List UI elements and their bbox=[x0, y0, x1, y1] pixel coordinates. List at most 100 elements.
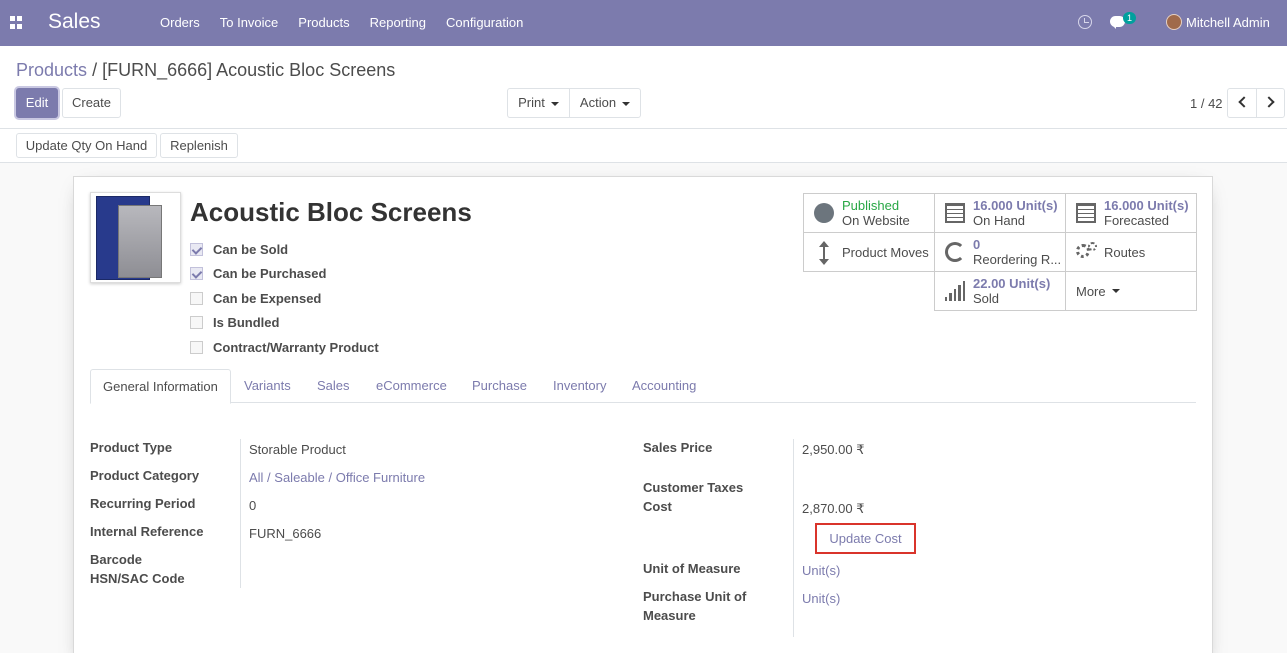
create-button[interactable]: Create bbox=[62, 88, 121, 118]
cost-label: Cost bbox=[643, 499, 672, 514]
cost-value: 2,870.00 ₹ bbox=[802, 501, 865, 516]
can-be-expensed-checkbox[interactable] bbox=[190, 291, 203, 305]
product-moves-smart-button[interactable]: Product Moves bbox=[803, 232, 935, 272]
signal-icon bbox=[945, 281, 966, 301]
product-image-panel-front bbox=[118, 205, 162, 278]
pager-value[interactable]: 1 / 42 bbox=[1190, 96, 1223, 111]
is-bundled-row: Is Bundled bbox=[190, 311, 379, 336]
published-label: On Website bbox=[842, 213, 910, 228]
tab-purchase[interactable]: Purchase bbox=[460, 369, 539, 403]
pager-next-button[interactable] bbox=[1256, 88, 1285, 118]
unit-of-measure-link[interactable]: Unit(s) bbox=[802, 561, 840, 580]
caret-down-icon bbox=[622, 101, 631, 106]
contract-warranty-checkbox[interactable] bbox=[190, 340, 203, 354]
right-group-separator bbox=[793, 439, 794, 637]
edit-button[interactable]: Edit bbox=[16, 88, 58, 118]
can-be-sold-checkbox[interactable] bbox=[190, 242, 203, 256]
control-panel: Products / [FURN_6666] Acoustic Bloc Scr… bbox=[0, 46, 1287, 129]
sold-label: Sold bbox=[973, 291, 1000, 306]
update-qty-on-hand-button[interactable]: Update Qty On Hand bbox=[16, 133, 157, 158]
purchase-uom-label-line1: Purchase Unit of bbox=[643, 589, 747, 604]
is-bundled-checkbox[interactable] bbox=[190, 316, 203, 330]
caret-down-icon bbox=[550, 101, 559, 106]
breadcrumb-current: [FURN_6666] Acoustic Bloc Screens bbox=[102, 60, 396, 80]
product-name: Acoustic Bloc Screens bbox=[190, 197, 472, 227]
top-navbar: Sales Orders To Invoice Products Reporti… bbox=[0, 0, 1287, 46]
menu-products[interactable]: Products bbox=[298, 15, 349, 30]
on-hand-label: On Hand bbox=[973, 213, 1026, 228]
sold-value: 22.00 Unit(s) bbox=[973, 276, 1051, 291]
tab-ecommerce[interactable]: eCommerce bbox=[364, 369, 459, 403]
product-options: Can be Sold Can be Purchased Can be Expe… bbox=[190, 237, 379, 360]
can-be-expensed-label: Can be Expensed bbox=[213, 290, 322, 306]
product-category-label: Product Category bbox=[90, 468, 200, 483]
app-title[interactable]: Sales bbox=[48, 10, 101, 34]
reordering-label: Reordering R... bbox=[973, 252, 1062, 267]
purchase-uom-label-line2: Measure bbox=[643, 608, 696, 623]
can-be-expensed-row: Can be Expensed bbox=[190, 286, 379, 311]
tab-accounting[interactable]: Accounting bbox=[620, 369, 708, 403]
can-be-purchased-label: Can be Purchased bbox=[213, 266, 327, 282]
update-cost-button[interactable]: Update Cost bbox=[815, 523, 916, 554]
refresh-icon bbox=[945, 242, 965, 262]
globe-icon bbox=[814, 203, 834, 223]
product-type-label: Product Type bbox=[90, 440, 173, 455]
breadcrumb-separator: / bbox=[92, 60, 98, 80]
apps-menu-icon[interactable] bbox=[10, 16, 23, 29]
forecasted-smart-button[interactable]: 16.000 Unit(s) Forecasted bbox=[1065, 193, 1197, 233]
pager-previous-button[interactable] bbox=[1227, 88, 1257, 118]
clock-icon[interactable] bbox=[1078, 15, 1092, 29]
product-image[interactable] bbox=[90, 192, 181, 283]
chat-badge: 1 bbox=[1123, 12, 1137, 24]
purchase-uom-link[interactable]: Unit(s) bbox=[802, 589, 840, 608]
more-smart-button[interactable]: More bbox=[1065, 271, 1197, 311]
form-sheet: Acoustic Bloc Screens Can be Sold Can be… bbox=[73, 176, 1213, 653]
user-menu[interactable]: Mitchell Admin bbox=[1186, 15, 1270, 30]
main-menu: Orders To Invoice Products Reporting Con… bbox=[160, 15, 523, 30]
notebook-tabs: General Information Variants Sales eComm… bbox=[90, 369, 1196, 404]
caret-down-icon bbox=[1111, 289, 1120, 293]
exchange-vertical-icon bbox=[819, 241, 829, 265]
action-dropdown[interactable]: Action bbox=[569, 88, 641, 118]
tab-sales[interactable]: Sales bbox=[305, 369, 362, 403]
print-dropdown[interactable]: Print bbox=[507, 88, 570, 118]
avatar[interactable] bbox=[1166, 14, 1182, 30]
published-smart-button[interactable]: Published On Website bbox=[803, 193, 935, 233]
can-be-sold-label: Can be Sold bbox=[213, 241, 289, 257]
cogs-icon bbox=[1076, 242, 1097, 262]
routes-smart-button[interactable]: Routes bbox=[1065, 232, 1197, 272]
recurring-period-label: Recurring Period bbox=[90, 496, 196, 511]
tab-inventory[interactable]: Inventory bbox=[541, 369, 618, 403]
sales-price-label: Sales Price bbox=[643, 440, 713, 455]
customer-taxes-label: Customer Taxes bbox=[643, 480, 744, 495]
sales-price-value: 2,950.00 ₹ bbox=[802, 442, 865, 457]
breadcrumb-products[interactable]: Products bbox=[16, 60, 87, 80]
on-hand-smart-button[interactable]: 16.000 Unit(s) On Hand bbox=[934, 193, 1066, 233]
product-type-value: Storable Product bbox=[249, 442, 346, 457]
can-be-purchased-checkbox[interactable] bbox=[190, 267, 203, 281]
is-bundled-label: Is Bundled bbox=[213, 315, 280, 331]
menu-reporting[interactable]: Reporting bbox=[370, 15, 426, 30]
building-icon bbox=[1076, 203, 1096, 223]
routes-label: Routes bbox=[1104, 244, 1146, 260]
menu-to-invoice[interactable]: To Invoice bbox=[220, 15, 279, 30]
internal-reference-label: Internal Reference bbox=[90, 524, 204, 539]
chevron-left-icon bbox=[1238, 96, 1250, 108]
published-value: Published bbox=[842, 198, 900, 213]
tab-general-information[interactable]: General Information bbox=[90, 369, 231, 404]
product-moves-label: Product Moves bbox=[842, 244, 929, 260]
menu-configuration[interactable]: Configuration bbox=[446, 15, 523, 30]
breadcrumb: Products / [FURN_6666] Acoustic Bloc Scr… bbox=[16, 60, 395, 81]
reordering-smart-button[interactable]: 0 Reordering R... bbox=[934, 232, 1066, 272]
replenish-button[interactable]: Replenish bbox=[160, 133, 238, 158]
recurring-period-value: 0 bbox=[249, 498, 257, 513]
product-category-link[interactable]: All / Saleable / Office Furniture bbox=[249, 468, 425, 487]
tab-variants[interactable]: Variants bbox=[232, 369, 303, 403]
form-statusbar: Update Qty On Hand Replenish bbox=[0, 129, 1287, 163]
action-label: Action bbox=[579, 95, 617, 110]
on-hand-value: 16.000 Unit(s) bbox=[973, 198, 1058, 213]
sold-smart-button[interactable]: 22.00 Unit(s) Sold bbox=[934, 271, 1066, 311]
building-icon bbox=[945, 203, 965, 223]
menu-orders[interactable]: Orders bbox=[160, 15, 200, 30]
can-be-purchased-row: Can be Purchased bbox=[190, 262, 379, 287]
